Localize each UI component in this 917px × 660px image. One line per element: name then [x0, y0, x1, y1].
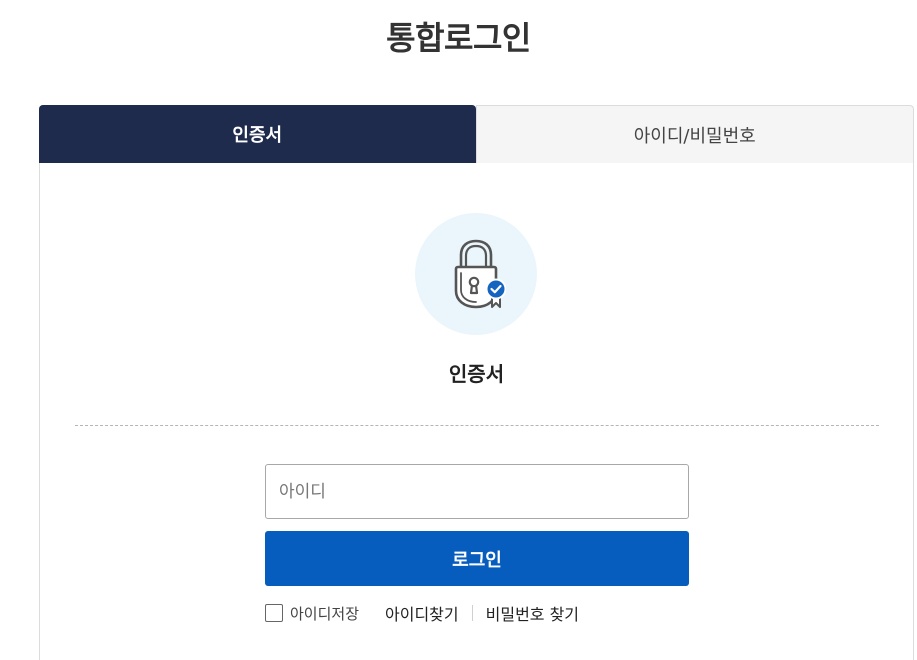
login-button[interactable]: 로그인: [265, 531, 689, 586]
login-page: 통합로그인 인증서 아이디/비밀번호 인증서 아이디 로그인 아이디저장 아이디…: [0, 0, 917, 660]
login-options: 아이디저장 아이디찾기 비밀번호 찾기: [265, 601, 579, 625]
certificate-label: 인증서: [448, 362, 505, 386]
link-separator: [471, 605, 473, 621]
save-id-checkbox[interactable]: [265, 604, 283, 622]
tab-id-password[interactable]: 아이디/비밀번호: [475, 105, 914, 163]
login-tabs: 인증서 아이디/비밀번호: [39, 105, 914, 163]
dashed-divider: [75, 425, 879, 426]
find-password-link[interactable]: 비밀번호 찾기: [486, 601, 579, 625]
page-title: 통합로그인: [386, 19, 531, 57]
tab-certificate[interactable]: 인증서: [39, 105, 476, 163]
id-input[interactable]: [265, 464, 689, 519]
save-id-label[interactable]: 아이디저장: [290, 603, 359, 624]
login-panel: 인증서 로그인 아이디저장 아이디찾기 비밀번호 찾기: [39, 163, 914, 660]
certificate-icon-circle: [415, 213, 537, 335]
lock-certificate-icon: [454, 239, 506, 309]
find-id-link[interactable]: 아이디찾기: [385, 601, 459, 625]
